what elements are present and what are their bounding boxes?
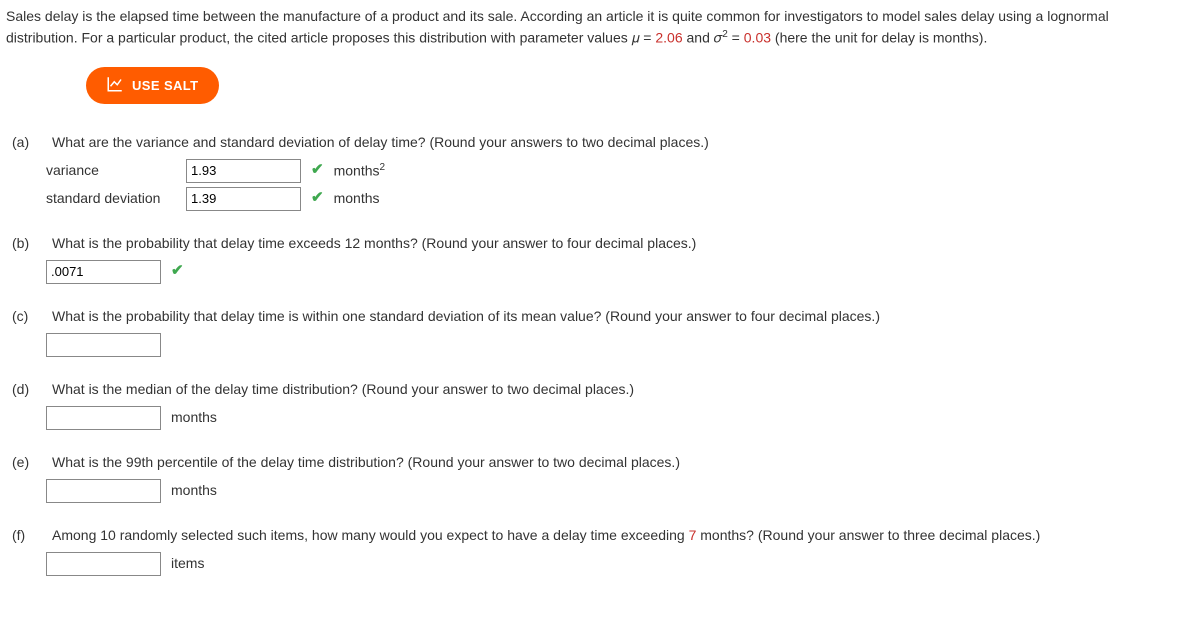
variance-unit: months2 [334, 160, 385, 182]
sigma2-value: 0.03 [744, 30, 771, 46]
part-e-question: What is the 99th percentile of the delay… [52, 452, 1180, 473]
part-e-label: (e) [6, 452, 52, 473]
part-c-label: (c) [6, 306, 52, 327]
part-b: (b) What is the probability that delay t… [6, 233, 1180, 284]
part-b-label: (b) [6, 233, 52, 254]
part-f: (f) Among 10 randomly selected such item… [6, 525, 1180, 576]
part-a-label: (a) [6, 132, 52, 153]
part-f-unit: items [171, 553, 204, 574]
stddev-unit: months [334, 188, 380, 209]
part-e-input[interactable] [46, 479, 161, 503]
check-icon: ✔ [311, 187, 324, 210]
part-c-input[interactable] [46, 333, 161, 357]
variance-input[interactable] [186, 159, 301, 183]
intro-eq: = [728, 30, 744, 46]
part-f-label: (f) [6, 525, 52, 546]
part-f-input[interactable] [46, 552, 161, 576]
use-salt-label: USE SALT [132, 78, 199, 93]
problem-intro: Sales delay is the elapsed time between … [6, 6, 1180, 49]
part-d: (d) What is the median of the delay time… [6, 379, 1180, 430]
intro-text-3: (here the unit for delay is months). [771, 30, 987, 46]
stddev-label: standard deviation [46, 188, 176, 209]
part-d-unit: months [171, 407, 217, 428]
part-a-question: What are the variance and standard devia… [52, 132, 1180, 153]
check-icon: ✔ [171, 260, 184, 283]
part-a: (a) What are the variance and standard d… [6, 132, 1180, 211]
part-c: (c) What is the probability that delay t… [6, 306, 1180, 357]
part-d-label: (d) [6, 379, 52, 400]
check-icon: ✔ [311, 159, 324, 182]
variance-label: variance [46, 160, 176, 181]
part-f-question: Among 10 randomly selected such items, h… [52, 525, 1180, 546]
part-d-input[interactable] [46, 406, 161, 430]
mu-value: 2.06 [655, 30, 682, 46]
part-e: (e) What is the 99th percentile of the d… [6, 452, 1180, 503]
intro-text-2: and 𝜎 [683, 30, 723, 46]
part-c-question: What is the probability that delay time … [52, 306, 1180, 327]
part-d-question: What is the median of the delay time dis… [52, 379, 1180, 400]
chart-icon [106, 75, 124, 96]
use-salt-button[interactable]: USE SALT [86, 67, 219, 104]
part-b-question: What is the probability that delay time … [52, 233, 1180, 254]
stddev-input[interactable] [186, 187, 301, 211]
part-e-unit: months [171, 480, 217, 501]
part-b-input[interactable] [46, 260, 161, 284]
